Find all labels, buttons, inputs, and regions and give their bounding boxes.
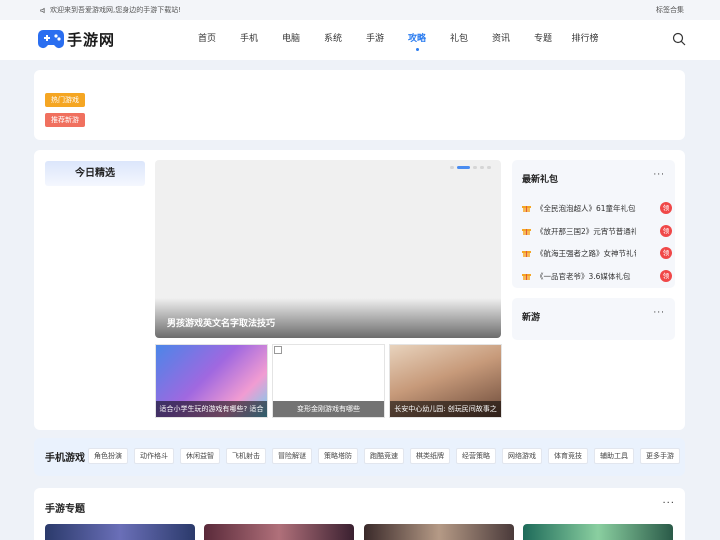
category-tag-rpg[interactable]: 角色扮演 (88, 448, 128, 464)
gift-item[interactable]: 《放开那三国2》元宵节普通礼包 领 (522, 224, 672, 238)
category-tag-online[interactable]: 网络游戏 (502, 448, 542, 464)
slider-dot[interactable] (473, 166, 477, 169)
featured-thumb[interactable]: 长安中心幼儿园: 创玩民间故事之 (389, 344, 502, 418)
tags-link[interactable]: 标签合集 (656, 5, 684, 15)
claim-badge[interactable]: 领 (660, 247, 672, 259)
nav-mobile-games[interactable]: 手游 (354, 20, 396, 60)
new-games-more-icon[interactable]: ··· (653, 308, 665, 318)
top-bar: 欢迎来到吾爱游戏网,您身边的手游下载站! 标签合集 (0, 0, 720, 20)
nav-mobile[interactable]: 手机 (228, 20, 270, 60)
gift-item[interactable]: 《全民泡泡超人》61童年礼包 领 (522, 201, 672, 215)
topics-section: 手游专题 ··· (34, 488, 685, 540)
main-nav: 首页 手机 电脑 系统 手游 攻略 礼包 资讯 专题 排行榜 (186, 20, 606, 60)
nav-system[interactable]: 系统 (312, 20, 354, 60)
gift-item[interactable]: 《一品官老爷》3.6媒体礼包 领 (522, 269, 672, 283)
gift-item[interactable]: 《航海王强者之路》女神节礼包 领 (522, 246, 672, 260)
slide-caption[interactable]: 男孩游戏英文名字取法技巧 (167, 316, 275, 329)
nav-gifts[interactable]: 礼包 (438, 20, 480, 60)
mobile-games-bar: 手机游戏 角色扮演 动作格斗 休闲益智 飞机射击 冒险解谜 策略塔防 跑酷竞速 … (34, 438, 685, 476)
featured-thumb[interactable]: 适合小学生玩的游戏有哪些? 适合 (155, 344, 268, 418)
gift-more-icon[interactable]: ··· (653, 170, 665, 180)
category-tag-tools[interactable]: 辅助工具 (594, 448, 634, 464)
welcome-text: 欢迎来到吾爱游戏网,您身边的手游下载站! (50, 6, 182, 14)
topics-more-icon[interactable]: ··· (662, 498, 675, 509)
category-tag-sports[interactable]: 体育竞技 (548, 448, 588, 464)
gift-name: 《航海王强者之路》女神节礼包 (536, 248, 636, 258)
gift-icon (522, 229, 531, 235)
thumb-caption: 长安中心幼儿园: 创玩民间故事之 (390, 401, 501, 417)
site-logo[interactable]: 手游网 (38, 28, 115, 50)
slider-dots (450, 166, 491, 169)
mobile-games-title: 手机游戏 (45, 453, 85, 464)
topic-banner[interactable] (204, 524, 354, 540)
category-tag-casual[interactable]: 休闲益智 (180, 448, 220, 464)
claim-badge[interactable]: 领 (660, 270, 672, 282)
category-tag-cards[interactable]: 棋类纸牌 (410, 448, 450, 464)
topic-banner[interactable] (45, 524, 195, 540)
thumb-caption: 适合小学生玩的游戏有哪些? 适合 (156, 401, 267, 417)
gift-icon (522, 274, 531, 280)
today-picks-title: 今日精选 (45, 161, 145, 186)
category-tag-action[interactable]: 动作格斗 (134, 448, 174, 464)
gift-icon (522, 206, 531, 212)
search-icon[interactable] (672, 32, 686, 46)
gift-icon (522, 251, 531, 257)
slider-dot[interactable] (480, 166, 484, 169)
gamepad-logo-icon (38, 30, 64, 48)
nav-rankings[interactable]: 排行榜 (564, 20, 606, 60)
category-tag-adventure[interactable]: 冒险解谜 (272, 448, 312, 464)
claim-badge[interactable]: 领 (660, 225, 672, 237)
thumb-caption: 变形金刚游戏有哪些 (273, 401, 384, 417)
nav-pc[interactable]: 电脑 (270, 20, 312, 60)
welcome-notice: 欢迎来到吾爱游戏网,您身边的手游下载站! (40, 5, 181, 15)
gift-name: 《放开那三国2》元宵节普通礼包 (536, 226, 636, 236)
nav-home[interactable]: 首页 (186, 20, 228, 60)
featured-slider[interactable]: 男孩游戏英文名字取法技巧 (155, 160, 501, 338)
speaker-icon (40, 7, 45, 13)
hot-games-tag[interactable]: 热门游戏 (45, 93, 85, 107)
featured-thumb[interactable]: 变形金刚游戏有哪些 (272, 344, 385, 418)
gift-name: 《全民泡泡超人》61童年礼包 (536, 203, 636, 213)
topics-title: 手游专题 (45, 504, 85, 515)
gift-panel: 最新礼包 ··· 《全民泡泡超人》61童年礼包 领 《放开那三国2》元宵节普通礼… (512, 160, 675, 288)
category-tag-shooter[interactable]: 飞机射击 (226, 448, 266, 464)
category-tag-racing[interactable]: 跑酷竞速 (364, 448, 404, 464)
category-tag-more[interactable]: 更多手游 (640, 448, 680, 464)
slider-dot[interactable] (450, 166, 454, 169)
filter-panel: 热门游戏 推荐新游 (34, 70, 685, 140)
topic-banner[interactable] (364, 524, 514, 540)
broken-image-icon (274, 346, 282, 354)
logo-text: 手游网 (67, 30, 116, 49)
gift-name: 《一品官老爷》3.6媒体礼包 (536, 271, 631, 281)
topic-banner[interactable] (523, 524, 673, 540)
new-games-panel: 新游 ··· (512, 298, 675, 340)
category-tag-strategy[interactable]: 策略塔防 (318, 448, 358, 464)
gift-panel-title: 最新礼包 (522, 175, 559, 185)
claim-badge[interactable]: 领 (660, 202, 672, 214)
nav-news[interactable]: 资讯 (480, 20, 522, 60)
recommended-games-tag[interactable]: 推荐新游 (45, 113, 85, 127)
category-tag-management[interactable]: 经营策略 (456, 448, 496, 464)
nav-guides[interactable]: 攻略 (396, 20, 438, 60)
nav-topics[interactable]: 专题 (522, 20, 564, 60)
site-header: 手游网 首页 手机 电脑 系统 手游 攻略 礼包 资讯 专题 排行榜 (0, 20, 720, 60)
slider-dot[interactable] (487, 166, 491, 169)
featured-section: 今日精选 男孩游戏英文名字取法技巧 适合小学生玩的游戏有哪些? 适合 变形金刚游… (34, 150, 685, 430)
new-games-title: 新游 (522, 313, 541, 323)
slider-dot-active[interactable] (457, 166, 470, 169)
